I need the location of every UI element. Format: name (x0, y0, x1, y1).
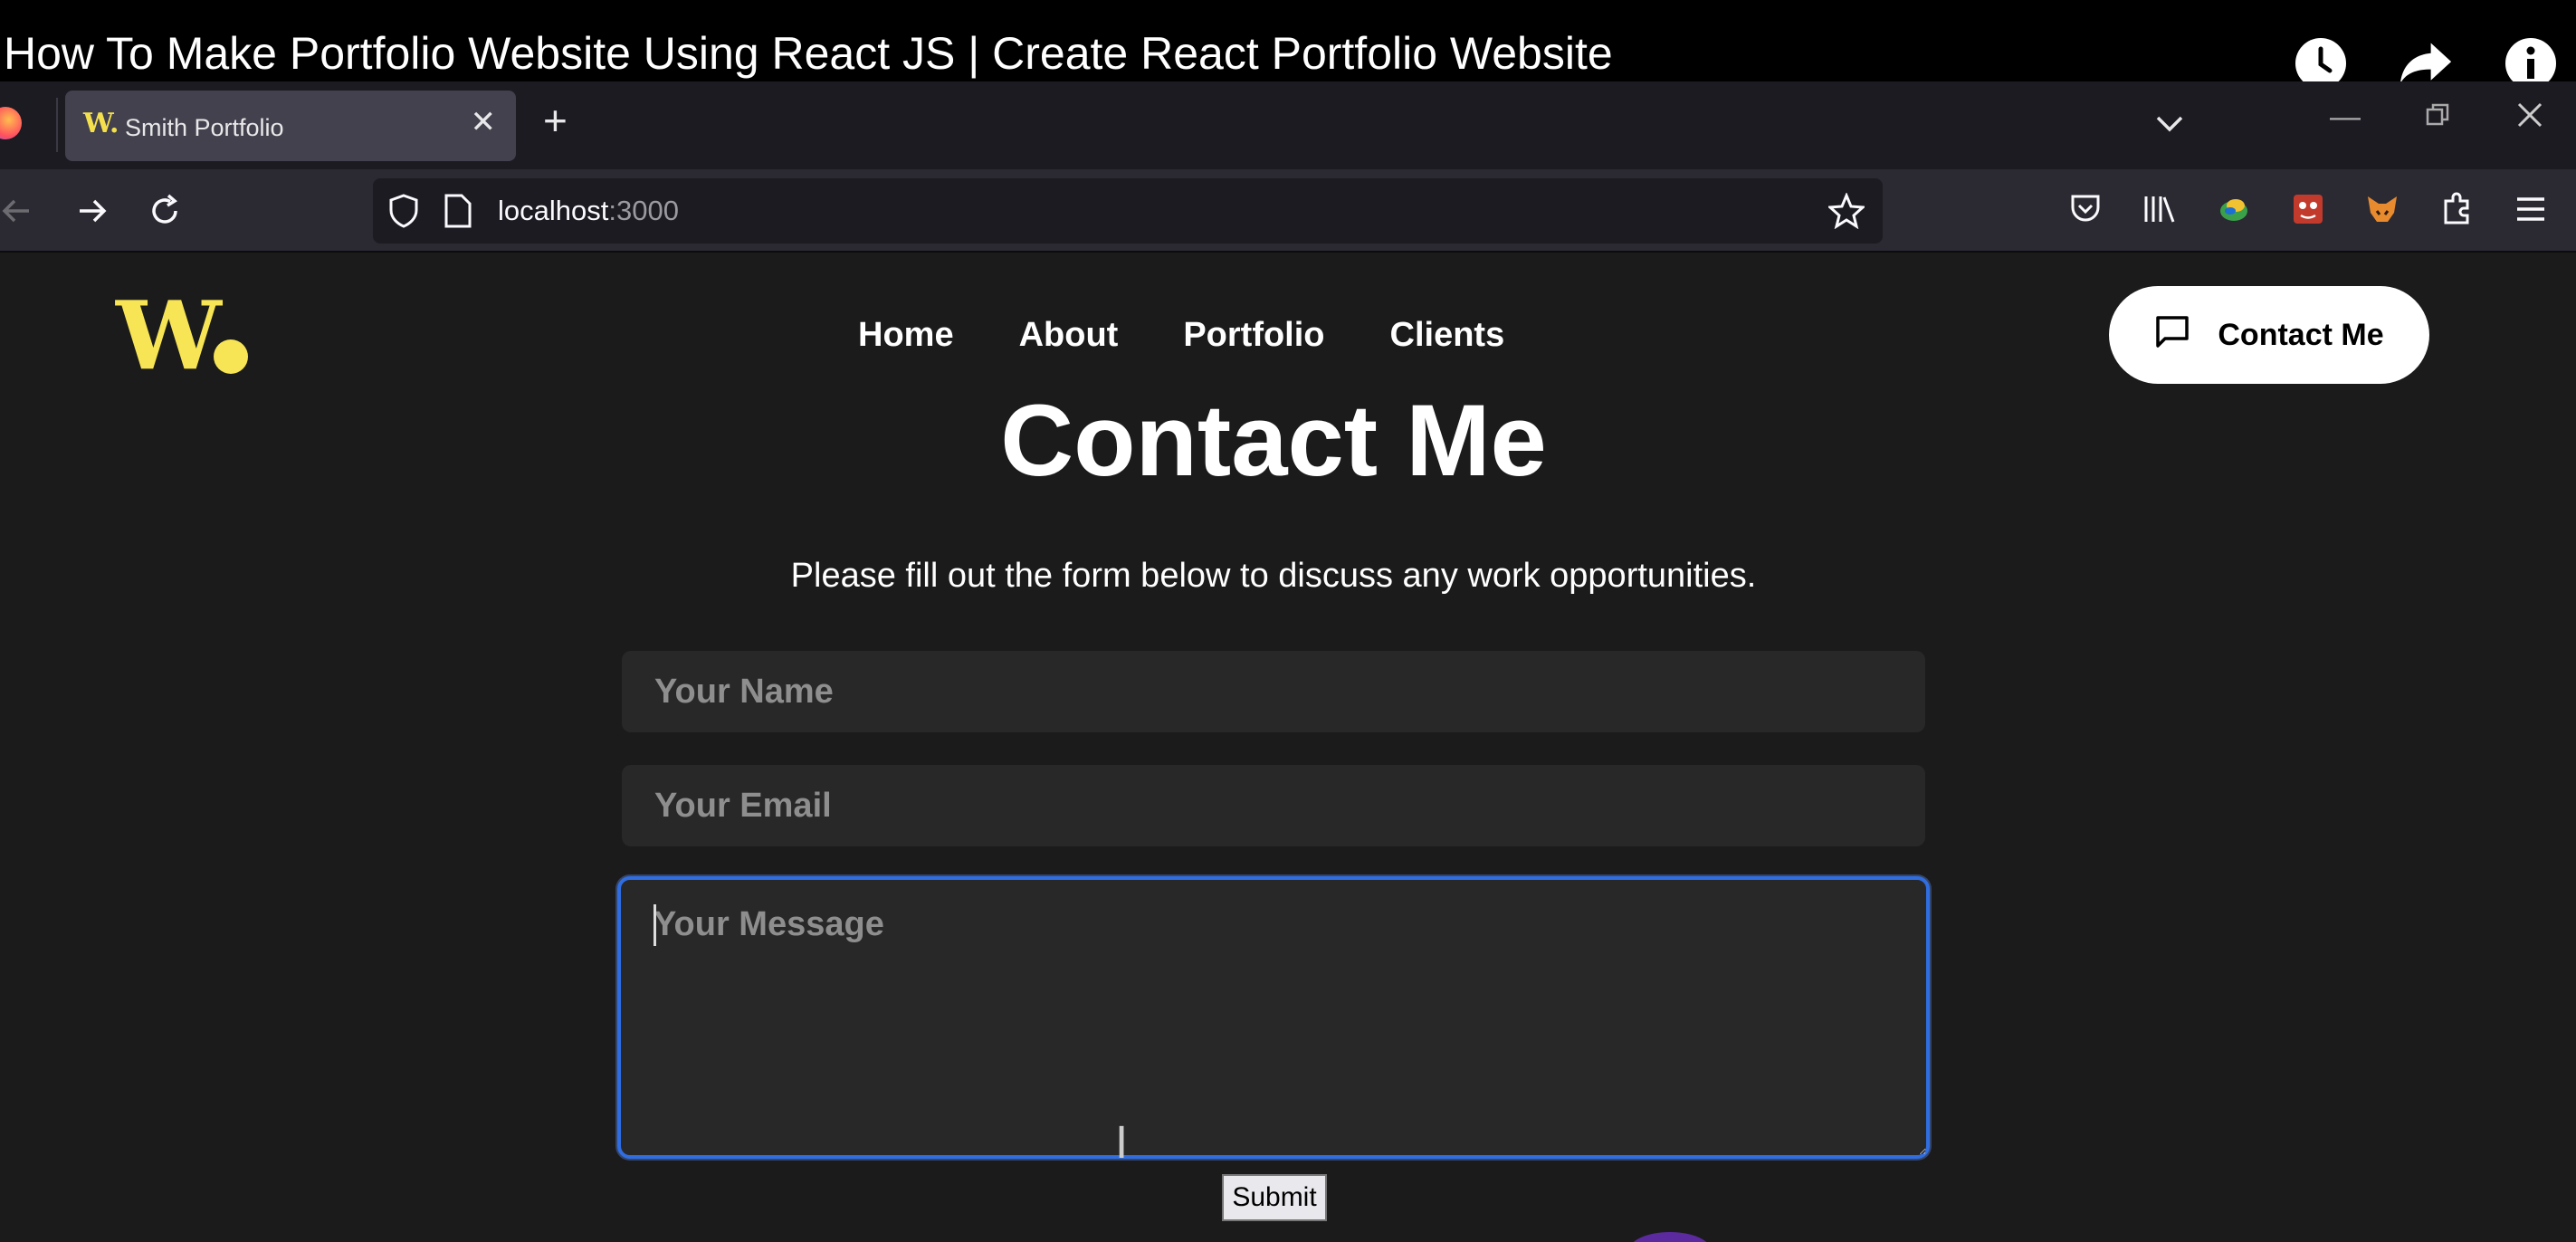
tab-close-icon[interactable]: ✕ (471, 107, 497, 138)
library-icon[interactable] (2138, 187, 2181, 231)
url-text[interactable]: localhost:3000 (498, 195, 679, 227)
site-logo[interactable]: W (116, 289, 222, 383)
menu-icon[interactable] (2509, 187, 2552, 231)
extension-globe-icon[interactable] (2212, 187, 2256, 231)
email-field[interactable] (622, 765, 1925, 846)
site-nav: Home About Portfolio Clients (858, 316, 1504, 355)
name-field[interactable] (622, 651, 1925, 732)
reload-icon[interactable] (143, 189, 186, 233)
nav-link-about[interactable]: About (1019, 316, 1119, 355)
logo-dot (214, 339, 248, 374)
page-subtitle: Please fill out the form below to discus… (790, 557, 1757, 595)
tab-favicon-icon: W. (83, 108, 119, 139)
video-title[interactable]: How To Make Portfolio Website Using Reac… (4, 31, 1613, 76)
contact-me-button[interactable]: Contact Me (2109, 286, 2429, 384)
submit-button[interactable]: Submit (1222, 1174, 1327, 1221)
message-square-icon (2154, 313, 2190, 358)
metamask-fox-icon[interactable] (2361, 187, 2404, 231)
forward-arrow-icon[interactable] (71, 189, 114, 233)
page-icon[interactable] (444, 193, 472, 234)
page-title: Contact Me (1000, 384, 1547, 497)
url-port: :3000 (608, 195, 679, 226)
bookmark-star-icon[interactable] (1827, 192, 1866, 234)
restore-icon[interactable] (2426, 101, 2449, 132)
nav-link-clients[interactable]: Clients (1390, 316, 1505, 355)
tab-smith-portfolio[interactable]: W. Smith Portfolio ✕ (65, 91, 516, 161)
chevron-down-icon[interactable] (2154, 109, 2185, 144)
firefox-logo-icon[interactable] (0, 107, 22, 139)
browser-toolbar: localhost:3000 (0, 169, 2576, 253)
minimize-icon[interactable]: — (2330, 101, 2361, 132)
extensions-puzzle-icon[interactable] (2435, 187, 2478, 231)
tab-title: Smith Portfolio (125, 114, 284, 141)
extension-red-icon[interactable] (2286, 187, 2330, 231)
url-bar[interactable]: localhost:3000 (373, 178, 1883, 244)
message-field[interactable] (617, 876, 1930, 1159)
tab-strip: W. Smith Portfolio ✕ + — (0, 81, 2576, 169)
pocket-icon[interactable] (2064, 187, 2107, 231)
shield-icon[interactable] (386, 193, 422, 234)
ibeam-cursor-icon: I (1115, 1118, 1129, 1169)
close-window-icon[interactable] (2516, 101, 2543, 134)
contact-me-label: Contact Me (2218, 317, 2384, 352)
page-viewport: W Home About Portfolio Clients Contact M… (0, 253, 2576, 1242)
nav-link-home[interactable]: Home (858, 316, 954, 355)
tab-separator (56, 98, 58, 152)
text-caret (654, 904, 656, 946)
url-host: localhost (498, 195, 609, 226)
new-tab-icon[interactable]: + (543, 100, 568, 141)
back-arrow-icon[interactable] (0, 189, 38, 233)
nav-link-portfolio[interactable]: Portfolio (1183, 316, 1324, 355)
decorative-blob (1629, 1232, 1711, 1242)
video-title-bar: How To Make Portfolio Website Using Reac… (0, 0, 2576, 89)
